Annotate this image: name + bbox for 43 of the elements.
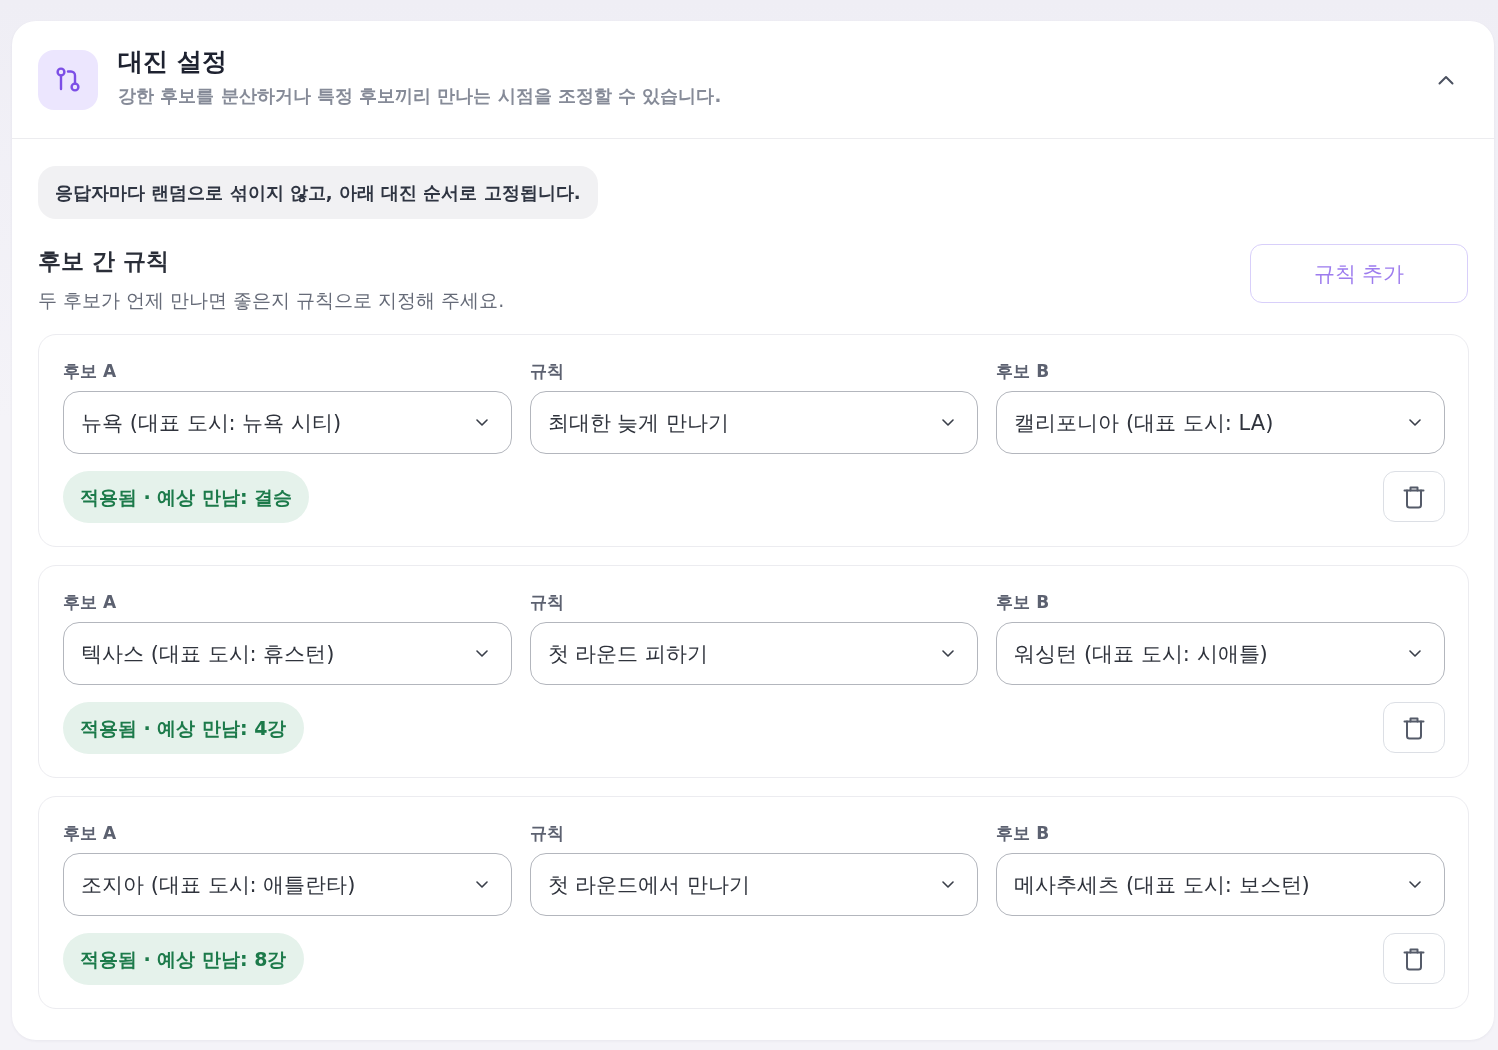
status-badge: 적용됨 · 예상 만남: 8강 (63, 933, 304, 985)
chevron-down-icon (1409, 650, 1421, 657)
field-label: 후보 A (63, 591, 118, 614)
chevron-down-icon (942, 881, 955, 888)
field-label: 후보 B (996, 360, 1051, 383)
section-subtitle: 강한 후보를 분산하거나 특정 후보끼리 만나는 시점을 조정할 수 있습니다. (118, 83, 723, 108)
chevron-down-icon (475, 650, 488, 657)
status-badge: 적용됨 · 예상 만남: 4강 (63, 702, 304, 754)
chevron-up-icon (1438, 75, 1454, 85)
dropdown-select[interactable]: 텍사스 (대표 도시: 휴스턴) (63, 622, 512, 685)
field-label: 후보 B (996, 822, 1051, 845)
notice-banner: 응답자마다 랜덤으로 섞이지 않고, 아래 대진 순서로 고정됩니다. (38, 166, 598, 219)
dropdown-select[interactable]: 첫 라운드에서 만나기 (529, 853, 979, 916)
field-label: 후보 A (63, 822, 118, 845)
chevron-down-icon (942, 650, 955, 657)
chevron-down-icon (1409, 881, 1421, 888)
dropdown-select[interactable]: 첫 라운드 피하기 (529, 622, 979, 685)
delete-button[interactable] (1383, 702, 1445, 753)
chevron-down-icon (475, 881, 488, 888)
chevron-down-icon (475, 419, 488, 426)
delete-button[interactable] (1383, 933, 1445, 984)
dropdown-select[interactable]: 캘리포니아 (대표 도시: LA) (996, 391, 1445, 454)
dropdown-select[interactable]: 최대한 늦게 만나기 (529, 391, 979, 454)
dropdown-select[interactable]: 워싱턴 (대표 도시: 시애틀) (996, 622, 1445, 685)
dropdown-select[interactable]: 조지아 (대표 도시: 애틀란타) (63, 853, 512, 916)
delete-button[interactable] (1383, 471, 1445, 522)
dropdown-select[interactable]: 뉴욕 (대표 도시: 뉴욕 시티) (63, 391, 512, 454)
status-badge: 적용됨 · 예상 만남: 결승 (63, 471, 310, 523)
rules-description: 두 후보가 언제 만나면 좋은지 규칙으로 지정해 주세요. (38, 288, 505, 313)
field-label: 후보 A (63, 360, 118, 383)
field-label: 후보 B (996, 591, 1051, 614)
chevron-down-icon (1409, 419, 1421, 426)
trash-icon (1403, 484, 1425, 509)
branch-icon (38, 50, 98, 110)
chevron-down-icon (942, 419, 955, 426)
section-title: 대진 설정 (118, 45, 228, 78)
trash-icon (1403, 946, 1425, 971)
field-label: 규칙 (529, 591, 565, 614)
field-label: 규칙 (529, 360, 565, 383)
trash-icon (1403, 715, 1425, 740)
dropdown-select[interactable]: 메사추세츠 (대표 도시: 보스턴) (996, 853, 1445, 916)
rules-heading: 후보 간 규칙 (38, 247, 170, 276)
field-label: 규칙 (529, 822, 565, 845)
